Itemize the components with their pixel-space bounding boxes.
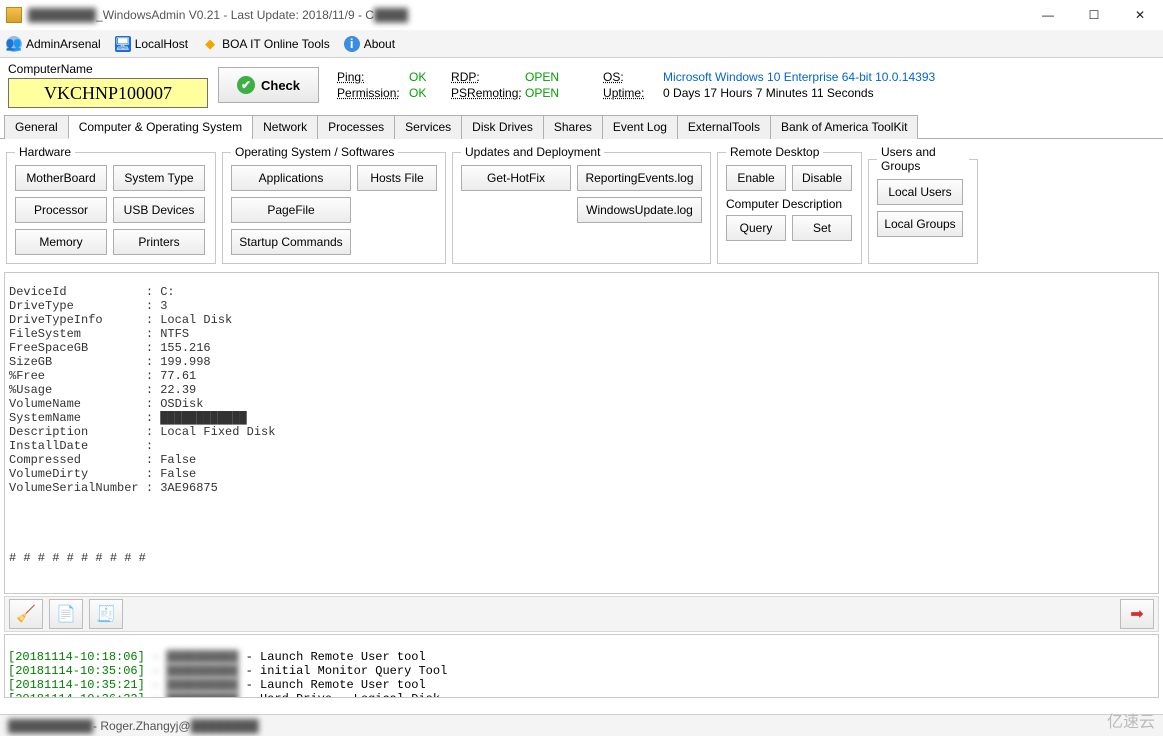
computer-description-label: Computer Description xyxy=(726,197,853,211)
check-icon: ✔ xyxy=(237,76,255,94)
people-icon: 👥 xyxy=(6,36,22,52)
titlebar: ████████_WindowsAdmin V0.21 - Last Updat… xyxy=(0,0,1163,30)
permission-label: Permission: xyxy=(337,86,407,100)
header-row: ComputerName ✔ Check Ping: OK RDP: OPEN … xyxy=(0,58,1163,114)
tab-disk-drives[interactable]: Disk Drives xyxy=(461,115,544,139)
copy-button[interactable]: 📄 xyxy=(49,599,83,629)
permission-value: OK xyxy=(409,86,449,100)
check-button[interactable]: ✔ Check xyxy=(218,67,319,103)
tab-shares[interactable]: Shares xyxy=(543,115,603,139)
updates-legend: Updates and Deployment xyxy=(461,145,604,159)
broom-icon: 🧹 xyxy=(16,604,36,624)
export-button[interactable]: 🧾 xyxy=(89,599,123,629)
exit-icon: ➡ xyxy=(1130,604,1143,624)
os-value[interactable]: Microsoft Windows 10 Enterprise 64-bit 1… xyxy=(663,70,935,84)
tab-processes[interactable]: Processes xyxy=(317,115,395,139)
psremoting-label: PSRemoting: xyxy=(451,86,523,100)
tab-general[interactable]: General xyxy=(4,115,69,139)
uptime-value: 0 Days 17 Hours 7 Minutes 11 Seconds xyxy=(663,86,935,100)
panel-area: Hardware MotherBoard System Type Process… xyxy=(0,139,1163,270)
toolbar-boa-tools[interactable]: ◆ BOA IT Online Tools xyxy=(202,36,330,52)
set-desc-button[interactable]: Set xyxy=(792,215,852,241)
tab-external-tools[interactable]: ExternalTools xyxy=(677,115,771,139)
disable-rd-button[interactable]: Disable xyxy=(792,165,852,191)
os-softwares-group: Operating System / Softwares Application… xyxy=(222,145,446,264)
output-textarea[interactable]: DeviceId : C: DriveType : 3 DriveTypeInf… xyxy=(4,272,1159,594)
maximize-button[interactable]: ☐ xyxy=(1071,0,1117,30)
tab-computer-os[interactable]: Computer & Operating System xyxy=(68,115,253,139)
toolbar-localhost[interactable]: 🖥 LocalHost xyxy=(115,36,188,52)
tab-strip: General Computer & Operating System Netw… xyxy=(0,114,1163,139)
psremoting-value: OPEN xyxy=(525,86,575,100)
hardware-legend: Hardware xyxy=(15,145,75,159)
status-grid: Ping: OK RDP: OPEN Permission: OK PSRemo… xyxy=(337,70,575,100)
tab-services[interactable]: Services xyxy=(394,115,462,139)
get-hotfix-button[interactable]: Get-HotFix xyxy=(461,165,571,191)
tab-boa-toolkit[interactable]: Bank of America ToolKit xyxy=(770,115,919,139)
system-type-button[interactable]: System Type xyxy=(113,165,205,191)
printers-button[interactable]: Printers xyxy=(113,229,205,255)
local-users-button[interactable]: Local Users xyxy=(877,179,963,205)
info-icon: i xyxy=(344,36,360,52)
startup-commands-button[interactable]: Startup Commands xyxy=(231,229,351,255)
window-title: ████████_WindowsAdmin V0.21 - Last Updat… xyxy=(28,8,408,22)
remote-desktop-group: Remote Desktop Enable Disable Computer D… xyxy=(717,145,862,264)
ping-label: Ping: xyxy=(337,70,407,84)
pagefile-button[interactable]: PageFile xyxy=(231,197,351,223)
os-legend: Operating System / Softwares xyxy=(231,145,398,159)
close-button[interactable]: ✕ xyxy=(1117,0,1163,30)
users-groups-group: Users and Groups Local Users Local Group… xyxy=(868,145,978,264)
tab-network[interactable]: Network xyxy=(252,115,318,139)
statusbar: ██████████ - Roger.Zhangyj@████████ xyxy=(0,714,1163,736)
os-label: OS: xyxy=(603,70,663,84)
processor-button[interactable]: Processor xyxy=(15,197,107,223)
motherboard-button[interactable]: MotherBoard xyxy=(15,165,107,191)
exit-button[interactable]: ➡ xyxy=(1120,599,1154,629)
minimize-button[interactable]: — xyxy=(1025,0,1071,30)
users-groups-legend: Users and Groups xyxy=(877,145,969,173)
rdp-value: OPEN xyxy=(525,70,575,84)
uptime-label: Uptime: xyxy=(603,86,663,100)
applications-button[interactable]: Applications xyxy=(231,165,351,191)
computer-name-label: ComputerName xyxy=(8,62,208,76)
log-textarea[interactable]: [20181114-10:18:06] - ██████████ - Launc… xyxy=(4,634,1159,698)
hardware-group: Hardware MotherBoard System Type Process… xyxy=(6,145,216,264)
tab-event-log[interactable]: Event Log xyxy=(602,115,678,139)
local-groups-button[interactable]: Local Groups xyxy=(877,211,963,237)
app-icon xyxy=(6,7,22,23)
action-icon-bar: 🧹 📄 🧾 ➡ xyxy=(4,596,1159,632)
enable-rd-button[interactable]: Enable xyxy=(726,165,786,191)
main-toolbar: 👥 AdminArsenal 🖥 LocalHost ◆ BOA IT Onli… xyxy=(0,30,1163,58)
diamond-icon: ◆ xyxy=(202,36,218,52)
reporting-events-button[interactable]: ReportingEvents.log xyxy=(577,165,702,191)
os-uptime-block: OS: Microsoft Windows 10 Enterprise 64-b… xyxy=(603,70,935,100)
clear-button[interactable]: 🧹 xyxy=(9,599,43,629)
query-desc-button[interactable]: Query xyxy=(726,215,786,241)
toolbar-admin-arsenal[interactable]: 👥 AdminArsenal xyxy=(6,36,101,52)
computer-name-input[interactable] xyxy=(8,78,208,108)
toolbar-about[interactable]: i About xyxy=(344,36,395,52)
screen-icon: 🖥 xyxy=(115,36,131,52)
document-icon: 🧾 xyxy=(96,604,116,624)
rdp-label: RDP: xyxy=(451,70,523,84)
remote-desktop-legend: Remote Desktop xyxy=(726,145,823,159)
updates-group: Updates and Deployment Get-HotFix Report… xyxy=(452,145,711,264)
page-icon: 📄 xyxy=(56,604,76,624)
windows-update-button[interactable]: WindowsUpdate.log xyxy=(577,197,702,223)
usb-devices-button[interactable]: USB Devices xyxy=(113,197,205,223)
ping-value: OK xyxy=(409,70,449,84)
memory-button[interactable]: Memory xyxy=(15,229,107,255)
window-controls: — ☐ ✕ xyxy=(1025,0,1163,30)
hosts-file-button[interactable]: Hosts File xyxy=(357,165,437,191)
